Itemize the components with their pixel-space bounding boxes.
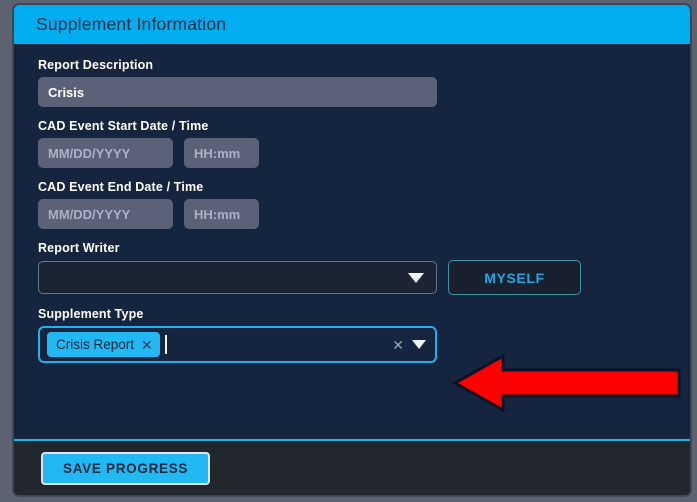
field-cad-end: CAD Event End Date / Time MM/DD/YYYY HH:… xyxy=(38,180,690,229)
report-writer-row: MYSELF xyxy=(38,260,690,295)
close-icon[interactable]: ✕ xyxy=(141,338,153,352)
cad-end-date-input[interactable]: MM/DD/YYYY xyxy=(38,199,173,229)
save-progress-button[interactable]: SAVE PROGRESS xyxy=(41,452,211,485)
field-report-description: Report Description Crisis xyxy=(38,58,690,107)
cad-end-time-input[interactable]: HH:mm xyxy=(184,199,259,229)
cad-end-row: MM/DD/YYYY HH:mm xyxy=(38,199,690,229)
field-report-writer: Report Writer MYSELF xyxy=(38,241,690,295)
chip-label: Crisis Report xyxy=(56,337,135,352)
field-cad-start: CAD Event Start Date / Time MM/DD/YYYY H… xyxy=(38,119,690,168)
report-description-value: Crisis xyxy=(48,84,85,100)
cad-end-time-placeholder: HH:mm xyxy=(194,206,241,222)
cad-start-time-placeholder: HH:mm xyxy=(194,145,241,161)
cad-start-time-input[interactable]: HH:mm xyxy=(184,138,259,168)
report-writer-select[interactable] xyxy=(38,261,437,294)
label-cad-start: CAD Event Start Date / Time xyxy=(38,119,209,133)
cad-start-row: MM/DD/YYYY HH:mm xyxy=(38,138,690,168)
panel-footer: SAVE PROGRESS xyxy=(14,441,690,495)
cad-end-date-placeholder: MM/DD/YYYY xyxy=(48,206,131,222)
label-report-writer: Report Writer xyxy=(38,241,120,255)
supplement-type-chip[interactable]: Crisis Report ✕ xyxy=(47,332,160,357)
chevron-down-icon[interactable] xyxy=(412,340,426,349)
supplement-type-controls: ✕ xyxy=(392,338,426,352)
panel-header: Supplement Information xyxy=(14,5,690,44)
label-supplement-type: Supplement Type xyxy=(38,307,144,321)
supplement-information-panel: Supplement Information Report Descriptio… xyxy=(13,4,691,496)
chevron-down-icon xyxy=(408,272,424,283)
supplement-type-multiselect[interactable]: Crisis Report ✕ ✕ xyxy=(38,326,437,363)
left-arrow-icon xyxy=(451,353,681,413)
label-cad-end: CAD Event End Date / Time xyxy=(38,180,204,194)
label-report-description: Report Description xyxy=(38,58,154,72)
cad-start-date-placeholder: MM/DD/YYYY xyxy=(48,145,131,161)
page-title: Supplement Information xyxy=(36,14,227,34)
text-cursor xyxy=(164,335,167,354)
cad-start-date-input[interactable]: MM/DD/YYYY xyxy=(38,138,173,168)
close-icon[interactable]: ✕ xyxy=(392,338,404,352)
myself-button[interactable]: MYSELF xyxy=(448,260,581,295)
screen: Supplement Information Report Descriptio… xyxy=(0,0,697,502)
report-description-input[interactable]: Crisis xyxy=(38,77,437,107)
